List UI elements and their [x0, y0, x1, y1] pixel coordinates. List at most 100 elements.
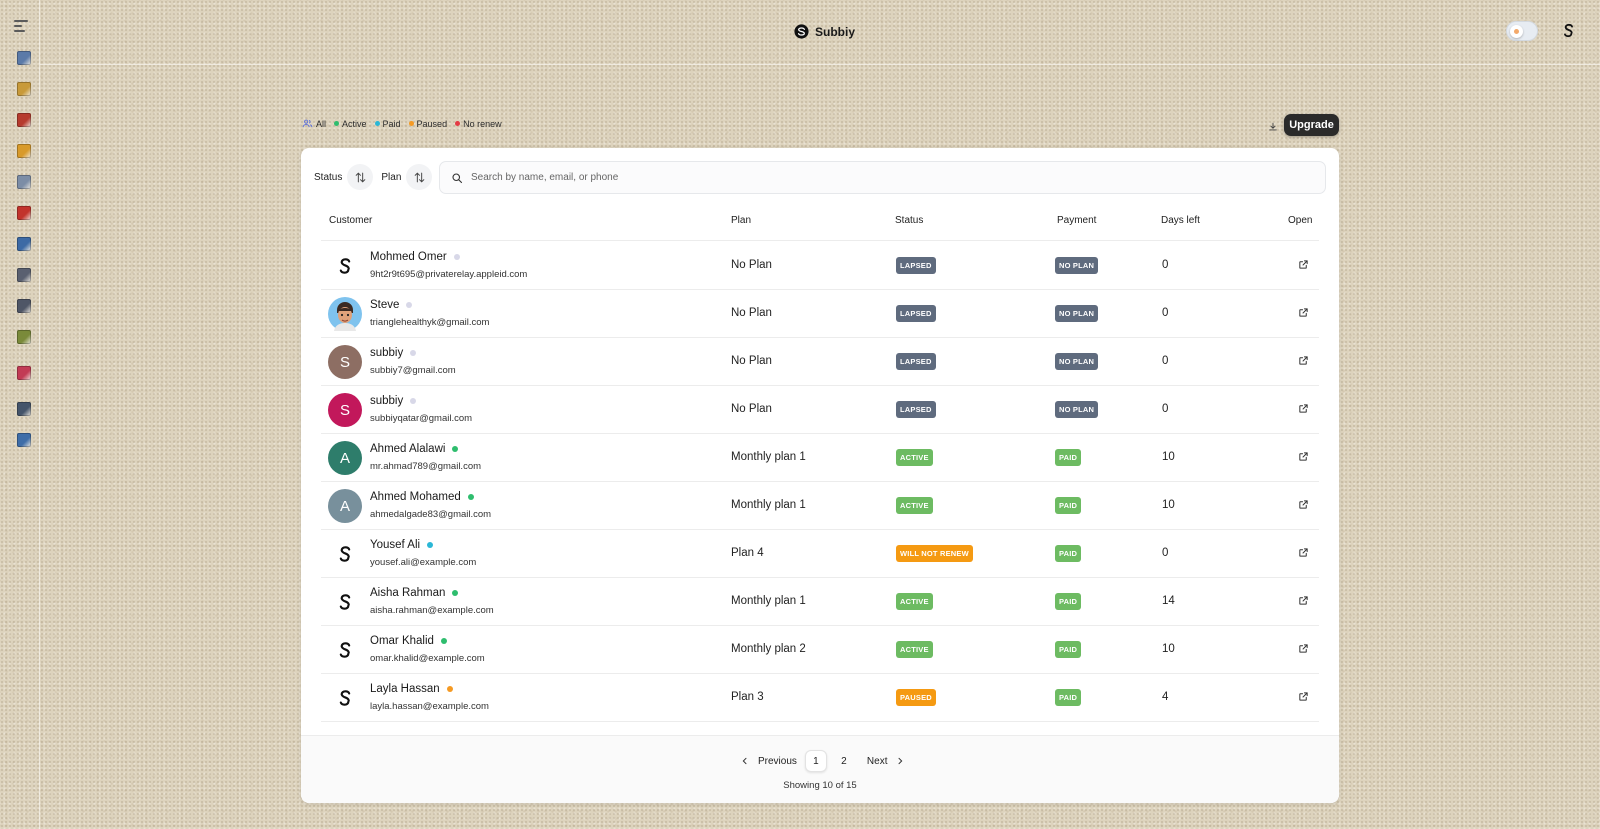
open-external-icon[interactable] — [1298, 689, 1309, 707]
page-2-button[interactable]: 2 — [833, 750, 855, 772]
plan-cell: No Plan — [731, 403, 772, 415]
filter-all[interactable]: All — [302, 118, 326, 129]
customer-email: 9ht2r9t695@privaterelay.appleid.com — [370, 269, 528, 280]
table-row[interactable]: Omar Khalid omar.khalid@example.com Monthl… — [321, 626, 1319, 674]
status-dot — [455, 121, 461, 126]
table-footer: Previous 1 2 Next Showing 10 of 15 — [301, 735, 1339, 803]
plan-cell: Monthly plan 1 — [731, 499, 806, 511]
column-header-plan[interactable]: Plan — [731, 215, 751, 226]
table-row[interactable]: Ssubbiy subbiy7@gmail.com No Plan LAPSED NO … — [321, 338, 1319, 386]
page-1-button[interactable]: 1 — [804, 750, 827, 772]
customer-email: layla.hassan@example.com — [370, 701, 489, 712]
table-row[interactable]: Aisha Rahman aisha.rahman@example.com Mont… — [321, 578, 1319, 626]
customer-email: yousef.ali@example.com — [370, 557, 477, 568]
open-external-icon[interactable] — [1298, 593, 1309, 611]
status-badge: ACTIVE — [896, 449, 933, 466]
previous-page-button[interactable]: Previous — [741, 756, 797, 767]
open-external-icon[interactable] — [1298, 353, 1309, 371]
subbiy-logo-icon — [328, 537, 362, 571]
open-external-icon[interactable] — [1298, 257, 1309, 275]
customer-name-cell: Layla Hassan — [370, 683, 453, 695]
book-icon[interactable] — [17, 113, 31, 127]
open-external-icon[interactable] — [1298, 545, 1309, 563]
filter-active[interactable]: Active — [334, 119, 367, 129]
spreadsheet-icon[interactable] — [17, 299, 31, 313]
download-icon[interactable] — [1268, 119, 1278, 137]
previous-label: Previous — [758, 755, 797, 767]
upgrade-button[interactable]: Upgrade — [1284, 114, 1339, 136]
column-header-status[interactable]: Status — [895, 215, 923, 226]
filter-no-renew[interactable]: No renew — [455, 119, 502, 129]
filter-label: No renew — [463, 118, 502, 129]
avatar-initial: S — [339, 353, 350, 371]
filter-label: Paused — [416, 118, 448, 129]
status-dot — [374, 121, 380, 126]
showing-count: Showing 10 of 15 — [783, 780, 857, 791]
plan-sort-button[interactable] — [406, 164, 433, 190]
search-input[interactable] — [471, 172, 1171, 183]
calculator-icon[interactable] — [17, 268, 31, 282]
customer-email: mr.ahmad789@gmail.com — [370, 461, 482, 472]
table-row[interactable]: Layla Hassan layla.hassan@example.com Plan… — [321, 674, 1319, 722]
days-left-cell: 4 — [1162, 691, 1169, 703]
header-divider — [40, 64, 1600, 65]
next-page-button[interactable]: Next — [867, 756, 905, 767]
buildings-icon[interactable] — [17, 51, 31, 65]
subbiy-logo-icon — [328, 633, 362, 667]
customer-name-cell: Aisha Rahman — [370, 587, 459, 599]
avatar-photo — [328, 297, 362, 331]
open-external-icon[interactable] — [1298, 641, 1309, 659]
days-left-cell: 14 — [1162, 595, 1175, 607]
avatar: S — [328, 393, 362, 427]
filter-paused[interactable]: Paused — [408, 118, 448, 129]
status-sort-button[interactable] — [347, 164, 374, 190]
chevron-right-icon — [898, 757, 903, 765]
table-row[interactable]: Steve trianglehealthyk@gmail.com No Plan LA… — [321, 290, 1319, 338]
status-dot — [446, 686, 453, 692]
open-external-icon[interactable] — [1298, 401, 1309, 419]
theme-toggle[interactable] — [1506, 21, 1538, 41]
sidebar-toggle-icon[interactable] — [14, 20, 28, 32]
app-brand[interactable]: Subbiy — [793, 23, 855, 40]
filter-paid[interactable]: Paid — [374, 119, 401, 129]
id-card-icon[interactable] — [17, 402, 31, 416]
customer-name: subbiy — [370, 347, 404, 359]
document-icon[interactable] — [17, 82, 31, 96]
table-toolbar: Status Plan — [314, 161, 1326, 194]
subbiy-logo-icon — [328, 249, 362, 283]
column-header-payment[interactable]: Payment — [1057, 215, 1096, 226]
search-document-icon[interactable] — [17, 237, 31, 251]
sort-icon — [414, 171, 425, 183]
open-external-icon[interactable] — [1298, 497, 1309, 515]
open-external-icon[interactable] — [1298, 305, 1309, 323]
payment-badge: PAID — [1055, 545, 1082, 562]
profile-logo-icon[interactable] — [1560, 22, 1577, 44]
days-left-cell: 10 — [1162, 643, 1175, 655]
status-badge: LAPSED — [896, 305, 936, 322]
users-icon — [302, 119, 313, 128]
status-badge: LAPSED — [896, 257, 936, 274]
open-external-icon[interactable] — [1298, 449, 1309, 467]
money-icon[interactable] — [17, 330, 31, 344]
payment-badge: PAID — [1055, 497, 1082, 514]
status-badge: ACTIVE — [896, 593, 933, 610]
plan-sort-label: Plan — [381, 171, 402, 183]
shopping-bag-icon[interactable] — [17, 366, 31, 380]
binder-icon[interactable] — [17, 206, 31, 220]
folder-icon[interactable] — [17, 144, 31, 158]
subbiy-logo-icon — [328, 585, 362, 619]
customer-email: ahmedalgade83@gmail.com — [370, 509, 492, 520]
payment-badge: PAID — [1055, 593, 1082, 610]
chevron-left-icon — [742, 757, 747, 765]
column-header-customer[interactable]: Customer — [329, 215, 372, 226]
table-row[interactable]: Yousef Ali yousef.ali@example.com Plan 4 WI… — [321, 530, 1319, 578]
avatar: S — [328, 345, 362, 379]
page-icon[interactable] — [17, 175, 31, 189]
support-icon[interactable] — [17, 433, 31, 447]
table-row[interactable]: Ssubbiy subbiyqatar@gmail.com No Plan LAPSE… — [321, 386, 1319, 434]
table-row[interactable]: Mohmed Omer 9ht2r9t695@privaterelay.apple… — [321, 242, 1319, 290]
status-dot — [427, 542, 434, 548]
table-row[interactable]: A Ahmed Alalawi mr.ahmad789@gmail.com Month… — [321, 434, 1319, 482]
table-row[interactable]: A Ahmed Mohamed ahmedalgade83@gmail.com Mon… — [321, 482, 1319, 530]
column-header-days-left[interactable]: Days left — [1161, 215, 1200, 226]
